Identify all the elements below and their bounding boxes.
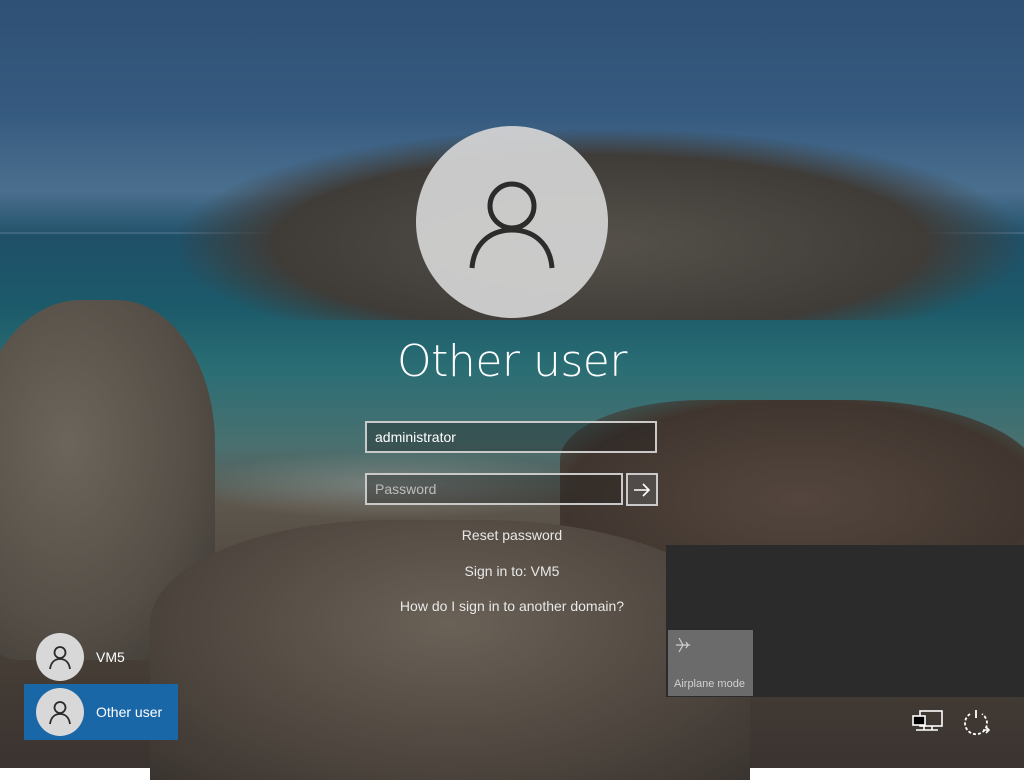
airplane-mode-label: Airplane mode <box>674 678 745 690</box>
power-icon <box>964 710 991 736</box>
user-icon <box>49 701 71 725</box>
user-tile-vm5[interactable]: VM5 <box>24 629 178 685</box>
avatar <box>36 688 84 736</box>
power-button[interactable] <box>958 706 994 740</box>
user-avatar <box>416 126 608 318</box>
network-icon <box>912 710 943 731</box>
user-tile-other-user[interactable]: Other user <box>24 684 178 740</box>
username-input[interactable] <box>367 423 655 451</box>
network-flyout: Airplane mode <box>666 545 1024 697</box>
password-field[interactable] <box>365 473 623 505</box>
user-tile-name: VM5 <box>96 649 125 665</box>
background-rock <box>150 520 750 780</box>
password-input[interactable] <box>367 475 621 503</box>
avatar <box>36 633 84 681</box>
arrow-right-icon <box>634 482 651 497</box>
airplane-mode-toggle[interactable]: Airplane mode <box>668 630 753 696</box>
page-title: Other user <box>397 336 627 387</box>
user-icon <box>469 181 555 269</box>
submit-button[interactable] <box>626 473 658 506</box>
network-button[interactable] <box>910 706 946 740</box>
username-field[interactable] <box>365 421 657 453</box>
reset-password-link[interactable]: Reset password <box>0 527 1024 543</box>
airplane-icon <box>676 637 690 653</box>
user-icon <box>49 646 71 670</box>
user-tile-name: Other user <box>96 704 163 720</box>
